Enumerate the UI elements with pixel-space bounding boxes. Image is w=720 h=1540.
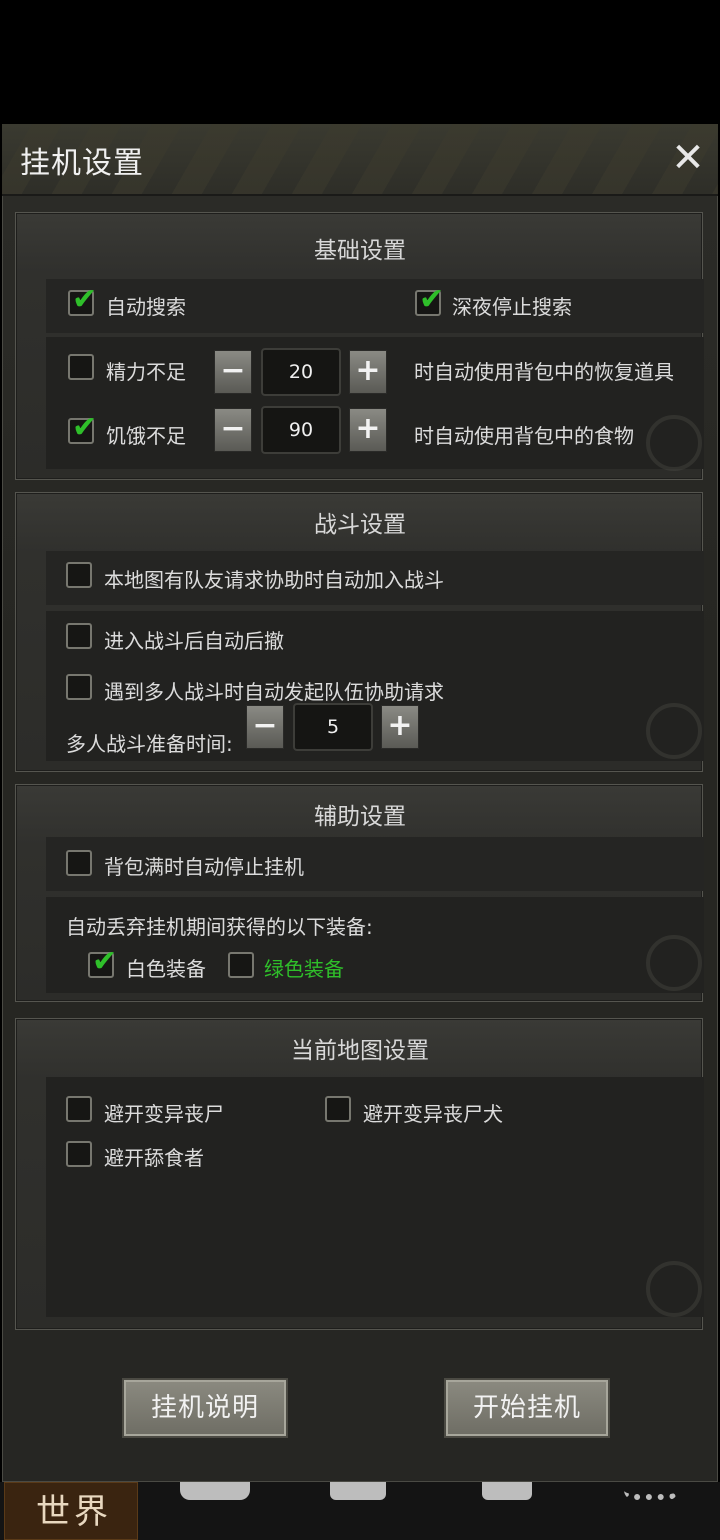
map-settings-title: 当前地图设置 bbox=[291, 1038, 429, 1064]
energy-minus-button[interactable]: − bbox=[214, 350, 252, 394]
bag-full-label: 背包满时自动停止挂机 bbox=[104, 855, 304, 879]
radiation-icon bbox=[646, 703, 702, 759]
night-stop-label: 深夜停止搜索 bbox=[452, 295, 572, 319]
map-settings-panel: 当前地图设置 bbox=[15, 1018, 704, 1330]
auto-retreat-checkbox[interactable] bbox=[66, 623, 92, 649]
energy-suffix: 时自动使用背包中的恢复道具 bbox=[414, 360, 674, 384]
avoid-licker-checkbox[interactable] bbox=[66, 1141, 92, 1167]
hunger-checkbox[interactable]: ✔ bbox=[68, 410, 97, 445]
checkmark-icon: ✔ bbox=[72, 282, 98, 317]
battle-settings-title: 战斗设置 bbox=[314, 512, 406, 538]
avoid-licker-label: 避开舔食者 bbox=[104, 1146, 204, 1170]
checkmark-icon: ✔ bbox=[419, 282, 445, 317]
checkmark-icon: ✔ bbox=[92, 944, 118, 979]
assist-settings-panel: 辅助设置 bbox=[15, 784, 704, 1002]
hunger-plus-button[interactable]: + bbox=[349, 408, 387, 452]
prep-time-plus-button[interactable]: + bbox=[381, 705, 419, 749]
assist-settings-title: 辅助设置 bbox=[314, 804, 406, 830]
white-equipment-label: 白色装备 bbox=[126, 957, 206, 981]
energy-label: 精力不足 bbox=[106, 360, 186, 384]
radiation-icon bbox=[646, 1261, 702, 1317]
prep-time-value[interactable]: 5 bbox=[293, 703, 373, 751]
green-equipment-checkbox[interactable] bbox=[228, 952, 254, 978]
energy-plus-button[interactable]: + bbox=[349, 350, 387, 394]
bag-full-checkbox[interactable] bbox=[66, 850, 92, 876]
radiation-icon bbox=[646, 935, 702, 991]
avoid-mutant-zombie-checkbox[interactable] bbox=[66, 1096, 92, 1122]
avoid-mutant-dog-checkbox[interactable] bbox=[325, 1096, 351, 1122]
dialog-title: 挂机设置 bbox=[20, 146, 144, 181]
nav-icon-4[interactable] bbox=[624, 1482, 678, 1500]
green-equipment-label: 绿色装备 bbox=[264, 957, 344, 981]
checkmark-icon: ✔ bbox=[72, 410, 98, 445]
hunger-minus-button[interactable]: − bbox=[214, 408, 252, 452]
hunger-suffix: 时自动使用背包中的食物 bbox=[414, 424, 634, 448]
avoid-mutant-zombie-label: 避开变异丧尸 bbox=[104, 1102, 224, 1126]
prep-time-label: 多人战斗准备时间: bbox=[66, 732, 233, 756]
night-stop-checkbox[interactable]: ✔ bbox=[415, 282, 444, 317]
tab-world-label: 世界 bbox=[36, 1492, 112, 1532]
auto-request-label: 遇到多人战斗时自动发起队伍协助请求 bbox=[104, 680, 444, 704]
auto-search-label: 自动搜索 bbox=[106, 295, 186, 319]
close-icon[interactable]: ✕ bbox=[668, 136, 708, 180]
hunger-value[interactable]: 90 bbox=[261, 406, 341, 454]
white-equipment-checkbox[interactable]: ✔ bbox=[88, 944, 117, 979]
nav-icon-2[interactable] bbox=[330, 1482, 386, 1500]
auto-request-checkbox[interactable] bbox=[66, 674, 92, 700]
auto-search-checkbox[interactable]: ✔ bbox=[68, 282, 97, 317]
avoid-mutant-dog-label: 避开变异丧尸犬 bbox=[363, 1102, 503, 1126]
energy-checkbox[interactable] bbox=[68, 354, 94, 380]
nav-icon-3[interactable] bbox=[482, 1482, 532, 1500]
discard-label: 自动丢弃挂机期间获得的以下装备: bbox=[66, 915, 373, 939]
basic-settings-title: 基础设置 bbox=[314, 238, 406, 264]
radiation-icon bbox=[646, 415, 702, 471]
auto-retreat-label: 进入战斗后自动后撤 bbox=[104, 629, 284, 653]
energy-value[interactable]: 20 bbox=[261, 348, 341, 396]
start-idle-button[interactable]: 开始挂机 bbox=[444, 1378, 610, 1438]
auto-join-checkbox[interactable] bbox=[66, 562, 92, 588]
nav-icon-1[interactable] bbox=[180, 1482, 250, 1500]
auto-join-label: 本地图有队友请求协助时自动加入战斗 bbox=[104, 568, 444, 592]
help-button[interactable]: 挂机说明 bbox=[122, 1378, 288, 1438]
prep-time-minus-button[interactable]: − bbox=[246, 705, 284, 749]
hunger-label: 饥饿不足 bbox=[106, 424, 186, 448]
